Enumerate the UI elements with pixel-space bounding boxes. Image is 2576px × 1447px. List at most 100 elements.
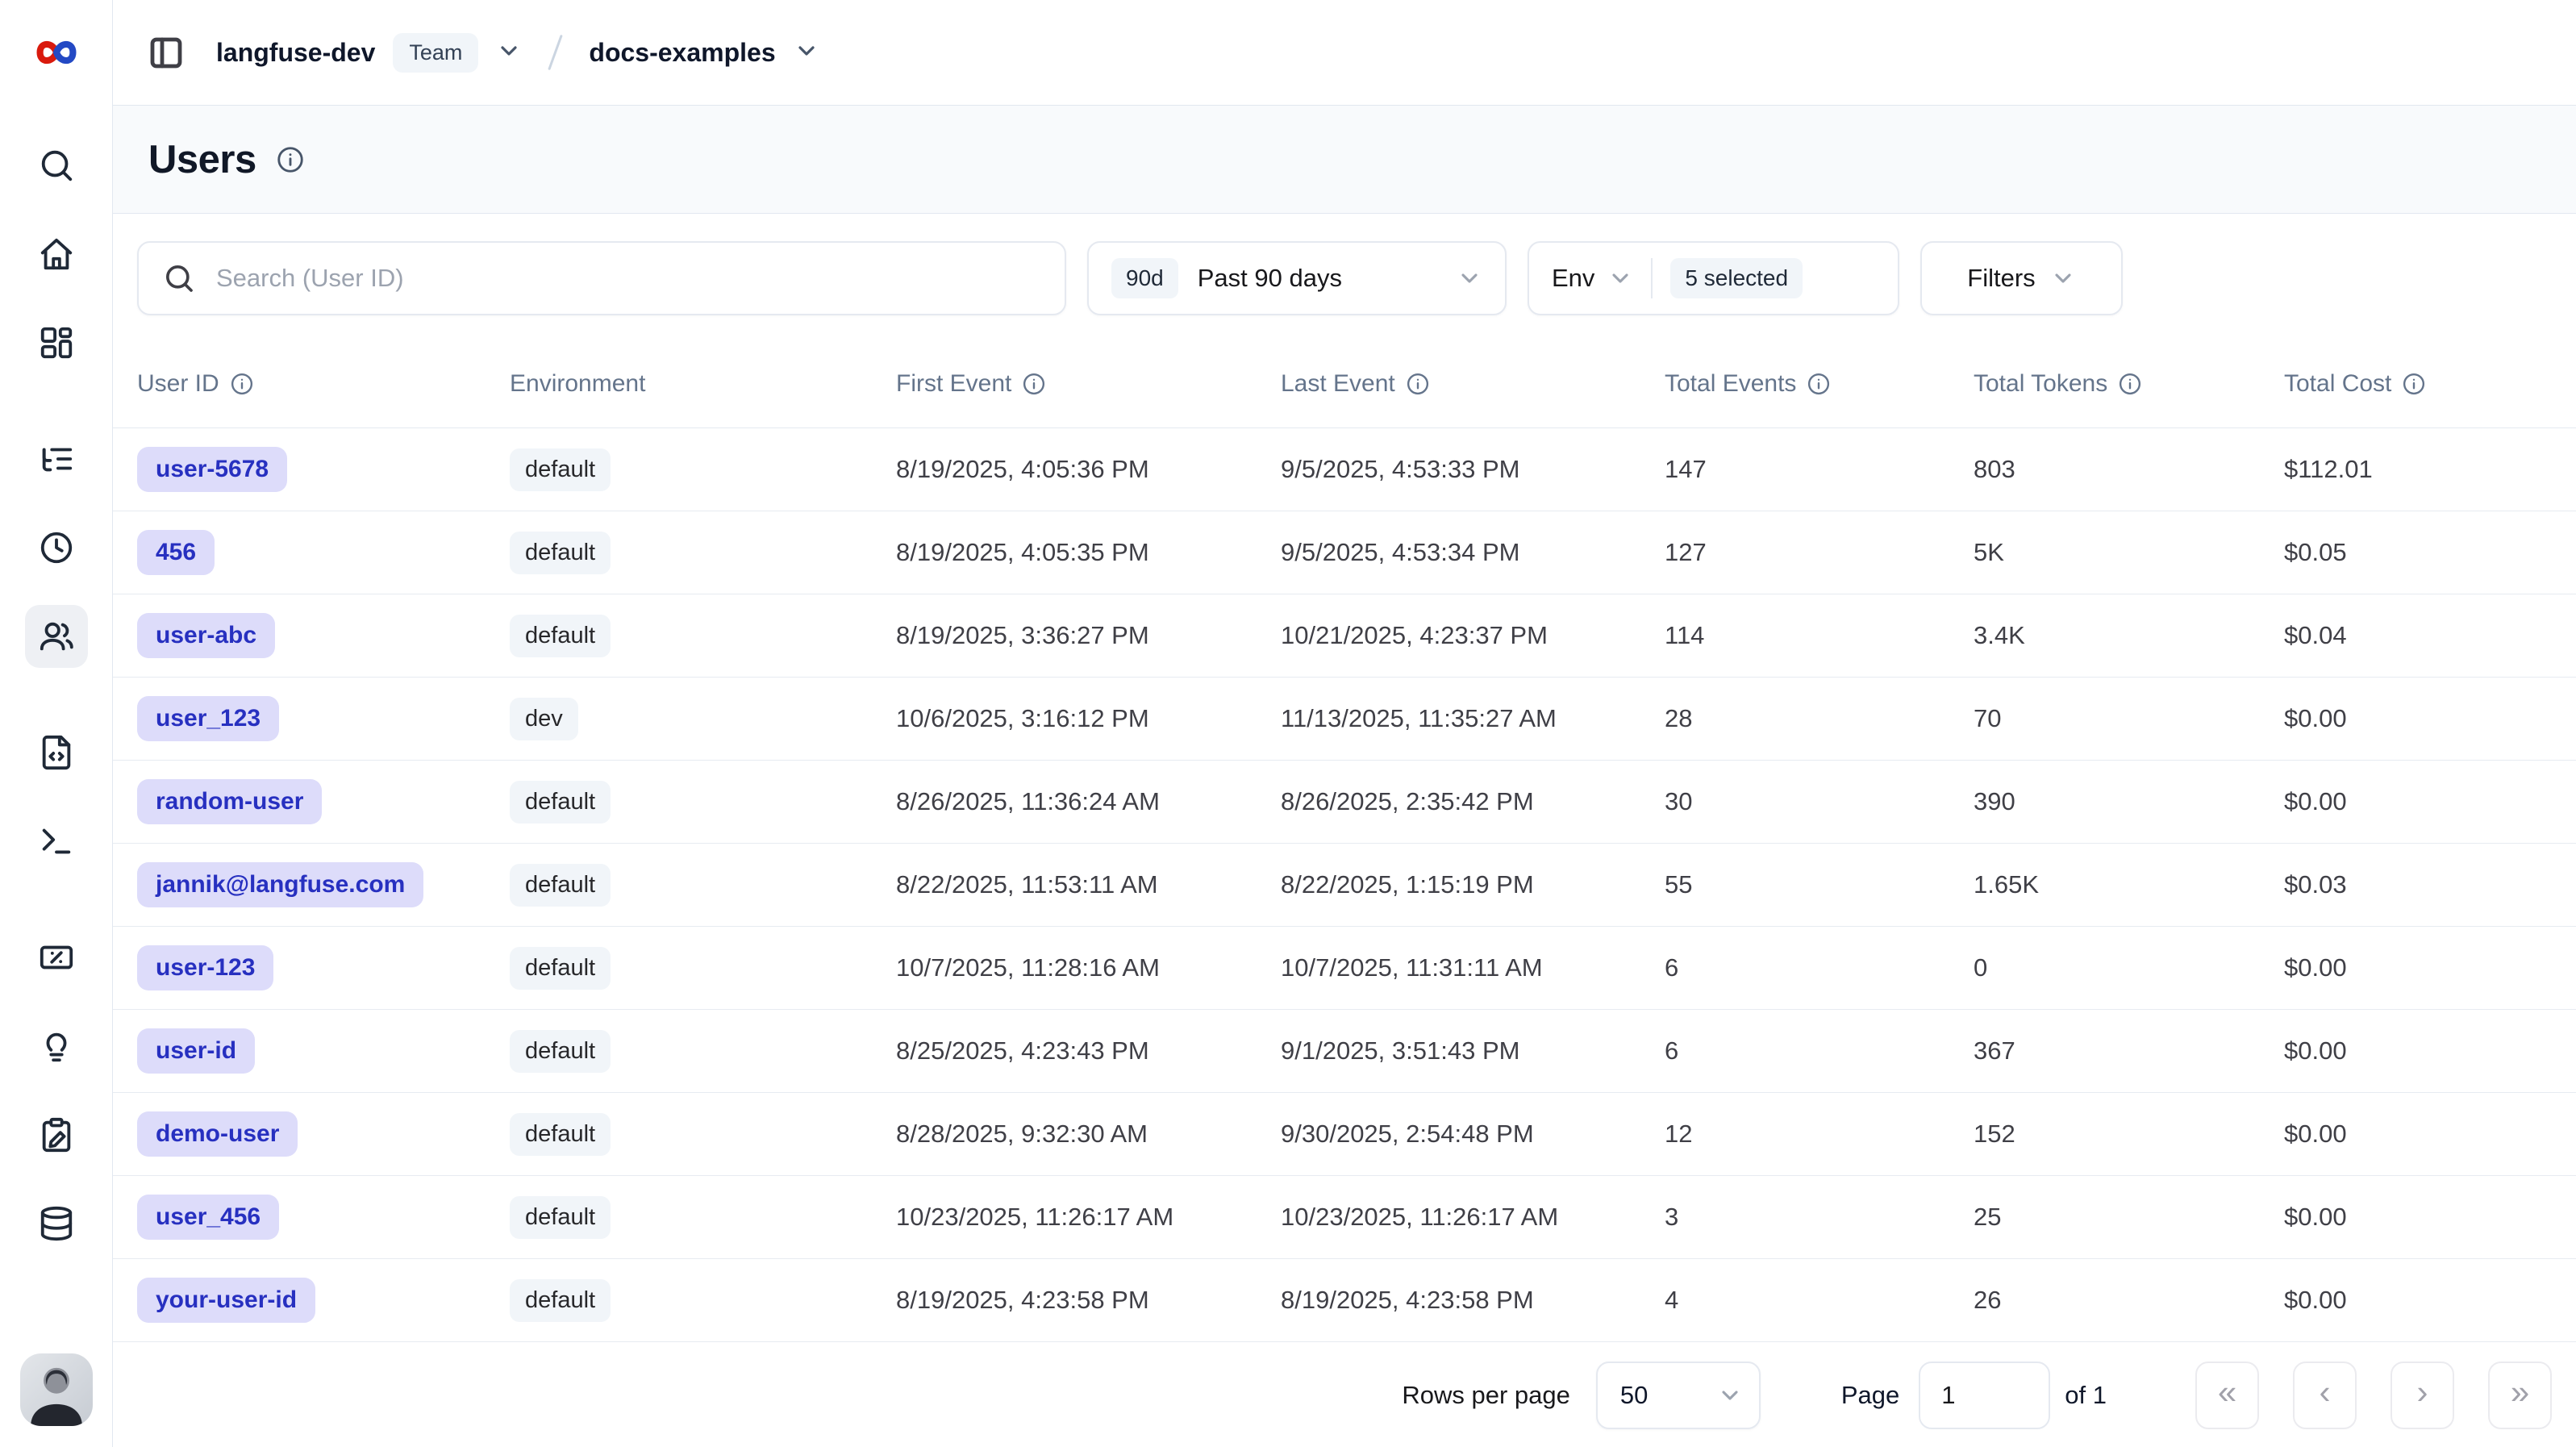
- previous-page-button[interactable]: ‹: [2293, 1362, 2357, 1429]
- total-tokens-cell: 803: [1974, 455, 2284, 484]
- column-header-total-cost[interactable]: Total Cost: [2284, 370, 2576, 398]
- info-icon[interactable]: [1807, 372, 1831, 396]
- total-events-cell: 30: [1665, 787, 1974, 816]
- sidebar-item-sessions[interactable]: [25, 516, 88, 579]
- user-id-badge[interactable]: user_456: [137, 1195, 279, 1240]
- rows-per-page-value: 50: [1620, 1381, 1648, 1410]
- user-id-badge[interactable]: random-user: [137, 779, 322, 824]
- info-icon[interactable]: [2402, 372, 2426, 396]
- first-event-cell: 8/19/2025, 4:05:35 PM: [896, 538, 1281, 567]
- column-label: Total Events: [1665, 370, 1796, 398]
- user-id-cell: jannik@langfuse.com: [137, 862, 510, 907]
- sidebar-item-users[interactable]: [25, 605, 88, 668]
- panel-left-icon: [147, 33, 185, 72]
- filters-button[interactable]: Filters: [1920, 241, 2123, 315]
- project-name[interactable]: docs-examples: [589, 38, 775, 68]
- environment-badge: default: [510, 1279, 611, 1322]
- sidebar-item-annotation-queues[interactable]: [25, 1103, 88, 1166]
- terminal-icon: [38, 823, 75, 860]
- column-header-total-events[interactable]: Total Events: [1665, 370, 1974, 398]
- sidebar-item-home[interactable]: [25, 223, 88, 286]
- page-number-input[interactable]: [1919, 1362, 2050, 1429]
- user-id-badge[interactable]: user_123: [137, 696, 279, 741]
- total-events-cell: 114: [1665, 621, 1974, 650]
- sidebar-toggle-button[interactable]: [147, 33, 185, 72]
- table-row[interactable]: user_123 dev 10/6/2025, 3:16:12 PM 11/13…: [113, 678, 2576, 761]
- table-row[interactable]: user-5678 default 8/19/2025, 4:05:36 PM …: [113, 428, 2576, 511]
- user-id-badge[interactable]: user-id: [137, 1028, 255, 1074]
- breadcrumb-separator: [548, 35, 564, 70]
- info-icon[interactable]: [2118, 372, 2142, 396]
- table-row[interactable]: user_456 default 10/23/2025, 11:26:17 AM…: [113, 1176, 2576, 1259]
- sidebar-item-playground[interactable]: [25, 810, 88, 873]
- table-row[interactable]: user-id default 8/25/2025, 4:23:43 PM 9/…: [113, 1010, 2576, 1093]
- rows-per-page-select[interactable]: 50: [1596, 1362, 1761, 1429]
- table-row[interactable]: jannik@langfuse.com default 8/22/2025, 1…: [113, 844, 2576, 927]
- column-header-first-event[interactable]: First Event: [896, 370, 1281, 398]
- workspace-chevron-down-icon[interactable]: [496, 38, 522, 68]
- project-chevron-down-icon[interactable]: [794, 38, 819, 68]
- langfuse-logo[interactable]: [0, 0, 112, 105]
- user-avatar-image: [20, 1353, 93, 1426]
- sidebar-item-search[interactable]: [25, 134, 88, 197]
- table-row[interactable]: random-user default 8/26/2025, 11:36:24 …: [113, 761, 2576, 844]
- total-cost-cell: $0.00: [2284, 1036, 2576, 1065]
- environment-badge: default: [510, 781, 611, 824]
- user-id-badge[interactable]: user-abc: [137, 613, 275, 658]
- column-header-environment[interactable]: Environment: [510, 370, 896, 398]
- sidebar-item-scores[interactable]: [25, 926, 88, 989]
- nav-group-evaluation: [25, 926, 88, 1255]
- nav-group-main: [25, 134, 88, 374]
- first-page-button[interactable]: «: [2195, 1362, 2259, 1429]
- first-event-cell: 8/19/2025, 4:23:58 PM: [896, 1286, 1281, 1315]
- user-id-badge[interactable]: user-5678: [137, 447, 287, 492]
- column-label: Total Tokens: [1974, 370, 2107, 398]
- filters-row: 90d Past 90 days Env 5 selected Filters: [137, 241, 2552, 315]
- column-header-total-tokens[interactable]: Total Tokens: [1974, 370, 2284, 398]
- last-page-button[interactable]: »: [2488, 1362, 2552, 1429]
- chevron-down-icon: [1457, 265, 1482, 291]
- last-event-cell: 11/13/2025, 11:35:27 AM: [1281, 704, 1665, 733]
- environment-cell: default: [510, 532, 896, 574]
- user-id-badge[interactable]: 456: [137, 530, 215, 575]
- table-header-row: User ID Environment First Event Last Eve…: [113, 340, 2576, 428]
- date-range-button[interactable]: 90d Past 90 days: [1087, 241, 1507, 315]
- table-row[interactable]: 456 default 8/19/2025, 4:05:35 PM 9/5/20…: [113, 511, 2576, 594]
- user-id-badge[interactable]: your-user-id: [137, 1278, 315, 1323]
- environment-badge: default: [510, 947, 611, 990]
- user-avatar[interactable]: [20, 1353, 93, 1426]
- workspace-name[interactable]: langfuse-dev: [216, 38, 375, 68]
- total-tokens-cell: 367: [1974, 1036, 2284, 1065]
- table-row[interactable]: user-123 default 10/7/2025, 11:28:16 AM …: [113, 927, 2576, 1010]
- lightbulb-icon: [38, 1028, 75, 1065]
- total-cost-cell: $0.03: [2284, 870, 2576, 899]
- workspace-type-badge[interactable]: Team: [393, 33, 478, 73]
- user-id-cell: user_456: [137, 1195, 510, 1240]
- sidebar-item-dashboards[interactable]: [25, 311, 88, 374]
- first-event-cell: 8/22/2025, 11:53:11 AM: [896, 870, 1281, 899]
- total-tokens-cell: 0: [1974, 953, 2284, 982]
- sidebar-item-tracing[interactable]: [25, 427, 88, 490]
- environment-filter-button[interactable]: Env 5 selected: [1528, 241, 1899, 315]
- user-id-badge[interactable]: jannik@langfuse.com: [137, 862, 423, 907]
- first-event-cell: 8/19/2025, 3:36:27 PM: [896, 621, 1281, 650]
- sidebar-item-prompts[interactable]: [25, 721, 88, 784]
- sidebar-item-datasets[interactable]: [25, 1192, 88, 1255]
- info-icon[interactable]: [230, 372, 254, 396]
- user-id-badge[interactable]: demo-user: [137, 1111, 298, 1157]
- table-row[interactable]: user-abc default 8/19/2025, 3:36:27 PM 1…: [113, 594, 2576, 678]
- table-row[interactable]: demo-user default 8/28/2025, 9:32:30 AM …: [113, 1093, 2576, 1176]
- info-icon[interactable]: [1406, 372, 1430, 396]
- info-icon[interactable]: [1022, 372, 1046, 396]
- search-box[interactable]: [137, 241, 1066, 315]
- column-header-last-event[interactable]: Last Event: [1281, 370, 1665, 398]
- page-title-info-icon[interactable]: [276, 145, 305, 174]
- column-header-user-id[interactable]: User ID: [137, 370, 510, 398]
- next-page-button[interactable]: ›: [2391, 1362, 2454, 1429]
- user-id-badge[interactable]: user-123: [137, 945, 273, 990]
- table-row[interactable]: your-user-id default 8/19/2025, 4:23:58 …: [113, 1259, 2576, 1342]
- last-event-cell: 9/5/2025, 4:53:34 PM: [1281, 538, 1665, 567]
- environment-cell: default: [510, 947, 896, 990]
- search-input[interactable]: [216, 264, 1040, 293]
- sidebar-item-evals[interactable]: [25, 1015, 88, 1078]
